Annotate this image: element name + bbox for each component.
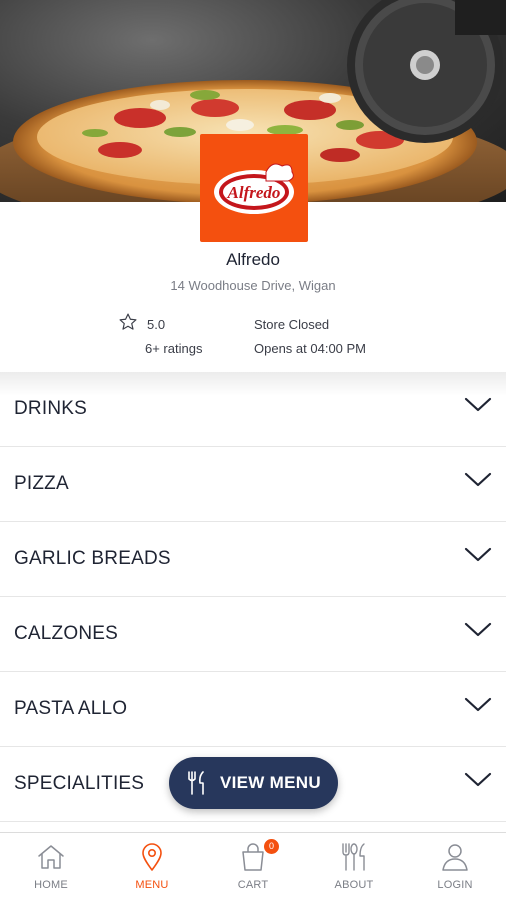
nav-login[interactable]: LOGIN: [405, 833, 505, 900]
category-calzones[interactable]: CALZONES: [0, 597, 506, 672]
category-drinks[interactable]: DRINKS: [0, 372, 506, 447]
nav-cart[interactable]: 0 CART: [203, 833, 303, 900]
store-name: Alfredo: [226, 250, 280, 269]
star-icon: [119, 313, 137, 330]
category-pasta-allo[interactable]: PASTA ALLO: [0, 672, 506, 747]
opening-time: Opens at 04:00 PM: [254, 341, 367, 356]
category-pizza[interactable]: PIZZA: [0, 447, 506, 522]
category-label: SPECIALITIES: [14, 773, 145, 794]
category-garlic-breads[interactable]: GARLIC BREADS: [0, 522, 506, 597]
chevron-down-icon: [464, 472, 492, 487]
category-label: PIZZA: [14, 473, 69, 494]
chevron-down-icon: [464, 397, 492, 412]
cutlery-icon: [342, 843, 365, 871]
store-logo: Alfredo: [200, 134, 308, 242]
nav-home[interactable]: HOME: [1, 833, 101, 900]
store-address: 14 Woodhouse Drive, Wigan: [170, 278, 336, 293]
location-pin-icon: [142, 843, 162, 871]
view-menu-label: VIEW MENU: [220, 773, 321, 792]
view-menu-button[interactable]: VIEW MENU: [169, 757, 338, 809]
nav-label: LOGIN: [437, 879, 473, 891]
nav-label: ABOUT: [334, 879, 374, 891]
bottom-navigation: HOME MENU 0 CART ABOUT LOGIN: [0, 832, 506, 900]
nav-label: MENU: [135, 879, 169, 891]
chevron-down-icon: [464, 697, 492, 712]
category-label: DRINKS: [14, 398, 87, 419]
category-list: DRINKS PIZZA GARLIC BREADS CALZONES PAST…: [0, 372, 506, 822]
category-label: GARLIC BREADS: [14, 548, 171, 569]
utensils-icon: [188, 771, 204, 795]
category-label: CALZONES: [14, 623, 119, 644]
nav-about[interactable]: ABOUT: [304, 833, 404, 900]
rating-value: 5.0: [147, 317, 166, 332]
nav-label: HOME: [34, 879, 68, 891]
store-status: Store Closed: [254, 317, 330, 332]
category-label: PASTA ALLO: [14, 698, 128, 719]
nav-label: CART: [237, 879, 269, 891]
nav-menu[interactable]: MENU: [102, 833, 202, 900]
home-icon: [38, 845, 64, 869]
chevron-down-icon: [464, 772, 492, 787]
chevron-down-icon: [464, 622, 492, 637]
rating-count: 6+ ratings: [145, 341, 203, 356]
svg-text:Alfredo: Alfredo: [227, 183, 281, 202]
cart-count-badge: 0: [264, 839, 279, 854]
user-icon: [442, 844, 468, 871]
chevron-down-icon: [464, 547, 492, 562]
